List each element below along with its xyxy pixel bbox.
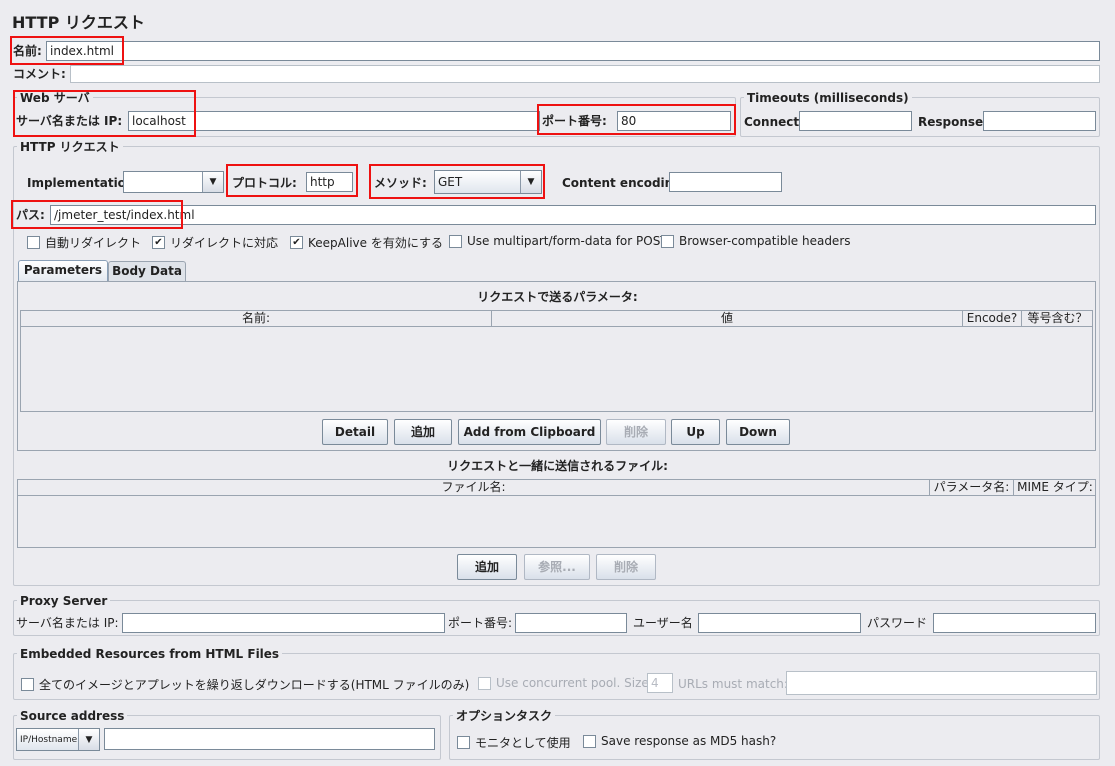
connect-label: Connect: — [744, 115, 804, 129]
checkbox-label: Save response as MD5 hash? — [601, 734, 777, 748]
options-title: オプションタスク — [453, 709, 556, 723]
browse-button[interactable]: 参照... — [524, 554, 590, 580]
comment-label: コメント: — [13, 67, 66, 81]
proxy-port-label: ポート番号: — [448, 616, 513, 630]
checkbox-icon — [27, 236, 40, 249]
multipart-checkbox[interactable]: Use multipart/form-data for POST — [449, 234, 668, 248]
proxy-password-label: パスワード — [867, 616, 928, 630]
checkbox-label: 自動リダイレクト — [45, 236, 142, 250]
parameters-caption: リクエストで送るパラメータ: — [477, 290, 638, 304]
checkbox-label: Browser-compatible headers — [679, 234, 851, 248]
embedded-title: Embedded Resources from HTML Files — [17, 647, 283, 661]
down-button[interactable]: Down — [726, 419, 790, 445]
add-button[interactable]: 追加 — [394, 419, 452, 445]
encoding-field[interactable] — [669, 172, 782, 192]
chevron-down-icon[interactable]: ▼ — [78, 729, 99, 750]
urls-match-label: URLs must match: — [678, 677, 788, 691]
page-title: HTTP リクエスト — [12, 13, 145, 32]
checkbox-label: Use multipart/form-data for POST — [467, 234, 668, 248]
files-caption: リクエストと一緒に送信されるファイル: — [447, 459, 668, 473]
checkbox-icon — [449, 234, 462, 248]
name-label: 名前: — [13, 44, 42, 58]
pool-size-field[interactable]: 4 — [647, 673, 673, 693]
parameters-table[interactable]: 名前: 値 Encode? 等号含む？ — [20, 310, 1093, 412]
checkbox-label: リダイレクトに対応 — [170, 236, 279, 250]
proxy-user-label: ユーザー名 — [633, 616, 693, 630]
proxy-server-field[interactable] — [122, 613, 445, 633]
auto-redirect-checkbox[interactable]: 自動リダイレクト — [27, 234, 141, 251]
up-button[interactable]: Up — [671, 419, 720, 445]
web-server-title: Web サーバ — [17, 91, 93, 105]
proxy-title: Proxy Server — [17, 594, 111, 608]
delete-button[interactable]: 削除 — [606, 419, 666, 445]
encoding-label: Content encoding: — [562, 176, 687, 190]
download-resources-checkbox[interactable]: 全てのイメージとアプレットを繰り返しダウンロードする(HTML ファイルのみ) — [21, 676, 469, 693]
checkmark-icon: ✔ — [152, 236, 165, 249]
checkbox-label: モニタとして使用 — [475, 736, 571, 750]
proxy-server-label: サーバ名または IP: — [16, 616, 119, 630]
source-address-title: Source address — [17, 709, 128, 723]
timeouts-title: Timeouts (milliseconds) — [744, 91, 912, 105]
implementation-select[interactable]: ▼ — [123, 171, 224, 193]
file-add-button[interactable]: 追加 — [457, 554, 517, 580]
checkbox-label: 全てのイメージとアプレットを繰り返しダウンロードする(HTML ファイルのみ) — [39, 678, 470, 692]
file-delete-button[interactable]: 削除 — [596, 554, 656, 580]
column-header[interactable]: パラメータ名: — [930, 480, 1014, 496]
port-field[interactable]: 80 — [617, 111, 731, 131]
http-request-title: HTTP リクエスト — [17, 140, 123, 154]
server-label: サーバ名または IP: — [16, 114, 123, 128]
concurrent-pool-checkbox[interactable]: Use concurrent pool. Size: — [478, 676, 653, 690]
chevron-down-icon[interactable]: ▼ — [520, 171, 541, 193]
follow-redirect-checkbox[interactable]: ✔ リダイレクトに対応 — [152, 234, 278, 251]
path-field[interactable]: /jmeter_test/index.html — [50, 205, 1096, 225]
proxy-password-field[interactable] — [933, 613, 1096, 633]
tab-parameters[interactable]: Parameters — [18, 260, 108, 282]
source-type-select[interactable]: IP/Hostname ▼ — [16, 728, 100, 751]
path-label: パス: — [16, 208, 45, 222]
column-header[interactable]: ファイル名: — [18, 480, 930, 496]
column-header[interactable]: MIME タイプ: — [1014, 480, 1096, 496]
column-header[interactable]: 値 — [492, 311, 963, 327]
md5-hash-checkbox[interactable]: Save response as MD5 hash? — [583, 734, 776, 748]
detail-button[interactable]: Detail — [322, 419, 388, 445]
server-field[interactable]: localhost — [128, 111, 540, 131]
checkbox-icon — [661, 234, 674, 248]
name-field[interactable]: index.html — [46, 41, 1100, 61]
connect-field[interactable] — [799, 111, 912, 131]
proxy-user-field[interactable] — [698, 613, 861, 633]
method-label: メソッド: — [374, 176, 427, 190]
keepalive-checkbox[interactable]: ✔ KeepAlive を有効にする — [290, 234, 443, 251]
tab-body-data[interactable]: Body Data — [108, 261, 186, 282]
method-value: GET — [438, 175, 463, 189]
chevron-down-icon[interactable]: ▼ — [202, 172, 223, 192]
source-type-value: IP/Hostname — [20, 735, 78, 745]
column-header[interactable]: 等号含む？ — [1022, 311, 1093, 327]
checkbox-label: Use concurrent pool. Size: — [496, 676, 653, 690]
protocol-label: プロトコル: — [232, 176, 297, 190]
comment-input[interactable] — [70, 65, 1100, 83]
port-label: ポート番号: — [542, 114, 607, 128]
source-address-field[interactable] — [104, 728, 435, 750]
checkbox-icon — [583, 734, 596, 748]
urls-match-field[interactable] — [786, 671, 1097, 695]
checkbox-icon — [478, 676, 491, 690]
column-header[interactable]: 名前: — [21, 311, 492, 327]
response-field[interactable] — [983, 111, 1096, 131]
column-header[interactable]: Encode? — [963, 311, 1022, 327]
checkbox-icon — [457, 736, 470, 749]
files-table[interactable]: ファイル名: パラメータ名: MIME タイプ: — [17, 479, 1096, 548]
method-select[interactable]: GET ▼ — [434, 170, 542, 194]
add-from-clipboard-button[interactable]: Add from Clipboard — [458, 419, 601, 445]
browser-headers-checkbox[interactable]: Browser-compatible headers — [661, 234, 851, 248]
protocol-field[interactable]: http — [306, 172, 353, 192]
checkbox-label: KeepAlive を有効にする — [308, 236, 443, 250]
checkbox-icon — [21, 678, 34, 691]
response-label: Response: — [918, 115, 988, 129]
checkmark-icon: ✔ — [290, 236, 303, 249]
monitor-checkbox[interactable]: モニタとして使用 — [457, 734, 571, 751]
proxy-port-field[interactable] — [515, 613, 627, 633]
